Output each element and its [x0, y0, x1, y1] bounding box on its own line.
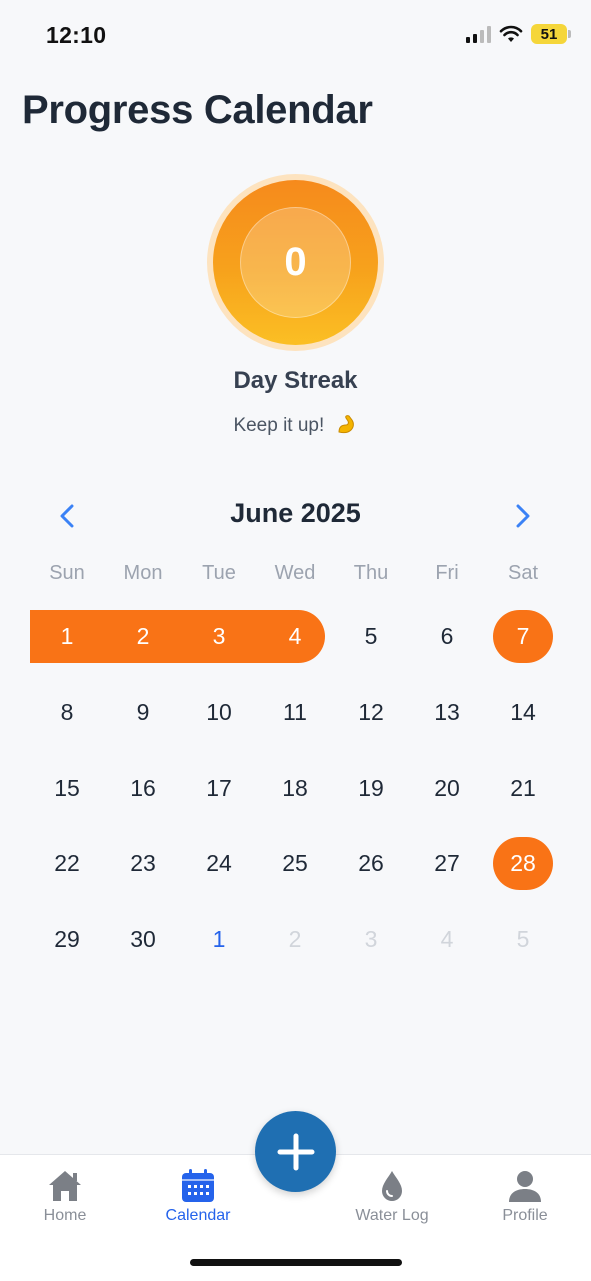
calendar-day[interactable]: 24	[189, 837, 249, 890]
calendar-day-completed[interactable]: 7	[493, 610, 553, 663]
next-month-button[interactable]	[506, 500, 538, 532]
tab-water-log-label: Water Log	[355, 1207, 429, 1224]
calendar-day[interactable]: 18	[265, 762, 325, 815]
calendar-day[interactable]: 11	[265, 686, 325, 739]
calendar-day[interactable]: 9	[113, 686, 173, 739]
streak-ring: 0	[207, 174, 384, 351]
calendar-day[interactable]: 2	[113, 610, 173, 663]
calendar-day[interactable]: 25	[265, 837, 325, 890]
calendar-day[interactable]: 20	[417, 762, 477, 815]
calendar-day[interactable]: 8	[37, 686, 97, 739]
tab-calendar[interactable]: Calendar	[143, 1169, 253, 1225]
tab-profile-label: Profile	[502, 1207, 548, 1224]
month-title: June 2025	[230, 498, 361, 528]
weekday-label: Mon	[123, 562, 163, 584]
streak-label: Day Streak	[233, 367, 358, 394]
tab-home[interactable]: Home	[10, 1169, 120, 1225]
add-entry-button[interactable]	[255, 1111, 336, 1192]
calendar-day-today[interactable]: 1	[189, 913, 249, 966]
tab-profile[interactable]: Profile	[470, 1169, 580, 1225]
battery-indicator: 51	[531, 24, 571, 44]
page-title: Progress Calendar	[22, 88, 373, 132]
status-time: 12:10	[46, 22, 107, 48]
weekday-label: Fri	[435, 562, 459, 584]
flexed-biceps-icon	[338, 415, 354, 434]
profile-icon	[509, 1171, 541, 1202]
streak-subtitle: Keep it up!	[0, 413, 591, 437]
weekday-label: Sun	[49, 562, 85, 584]
calendar-day[interactable]: 1	[37, 610, 97, 663]
streak-subtitle-text: Keep it up!	[233, 415, 325, 436]
weekday-label: Tue	[202, 562, 236, 584]
weekday-label: Thu	[353, 562, 389, 584]
wifi-icon	[499, 25, 523, 42]
calendar-day-completed[interactable]: 28	[493, 837, 553, 890]
calendar-day[interactable]: 5	[341, 610, 401, 663]
calendar-day[interactable]: 17	[189, 762, 249, 815]
calendar-day[interactable]: 29	[37, 913, 97, 966]
weekday-label: Sat	[507, 562, 539, 584]
calendar-day-next-month: 5	[516, 926, 530, 952]
water-drop-icon	[382, 1171, 402, 1201]
calendar-day[interactable]: 30	[113, 913, 173, 966]
tab-home-label: Home	[43, 1207, 87, 1224]
tab-calendar-label: Calendar	[165, 1207, 231, 1224]
calendar-day[interactable]: 4	[265, 610, 325, 663]
status-icons: 51	[466, 24, 571, 44]
calendar-day[interactable]: 3	[189, 610, 249, 663]
calendar-day[interactable]: 26	[341, 837, 401, 890]
month-header: June 2025	[0, 496, 591, 536]
calendar-day[interactable]: 12	[341, 686, 401, 739]
calendar-icon	[182, 1169, 214, 1202]
home-icon	[49, 1171, 81, 1201]
weekday-label: Wed	[274, 562, 316, 584]
signal-icon	[466, 25, 491, 43]
calendar-day[interactable]: 19	[341, 762, 401, 815]
calendar-day-next-month: 3	[364, 926, 378, 952]
calendar-day[interactable]: 13	[417, 686, 477, 739]
calendar-day[interactable]: 14	[493, 686, 553, 739]
calendar-day[interactable]: 21	[493, 762, 553, 815]
calendar-day-next-month: 4	[440, 926, 454, 952]
streak-count: 0	[240, 207, 351, 318]
home-indicator	[190, 1259, 402, 1266]
calendar-day[interactable]: 15	[37, 762, 97, 815]
calendar-day[interactable]: 16	[113, 762, 173, 815]
calendar-day[interactable]: 6	[417, 610, 477, 663]
calendar-day[interactable]: 23	[113, 837, 173, 890]
calendar-day[interactable]: 22	[37, 837, 97, 890]
plus-icon	[277, 1133, 314, 1170]
calendar-day[interactable]: 10	[189, 686, 249, 739]
calendar-day-next-month: 2	[288, 926, 302, 952]
tab-water-log[interactable]: Water Log	[337, 1169, 447, 1225]
status-bar: 12:10 51	[0, 0, 591, 70]
streak-disc: 0	[213, 180, 378, 345]
calendar-day[interactable]: 27	[417, 837, 477, 890]
